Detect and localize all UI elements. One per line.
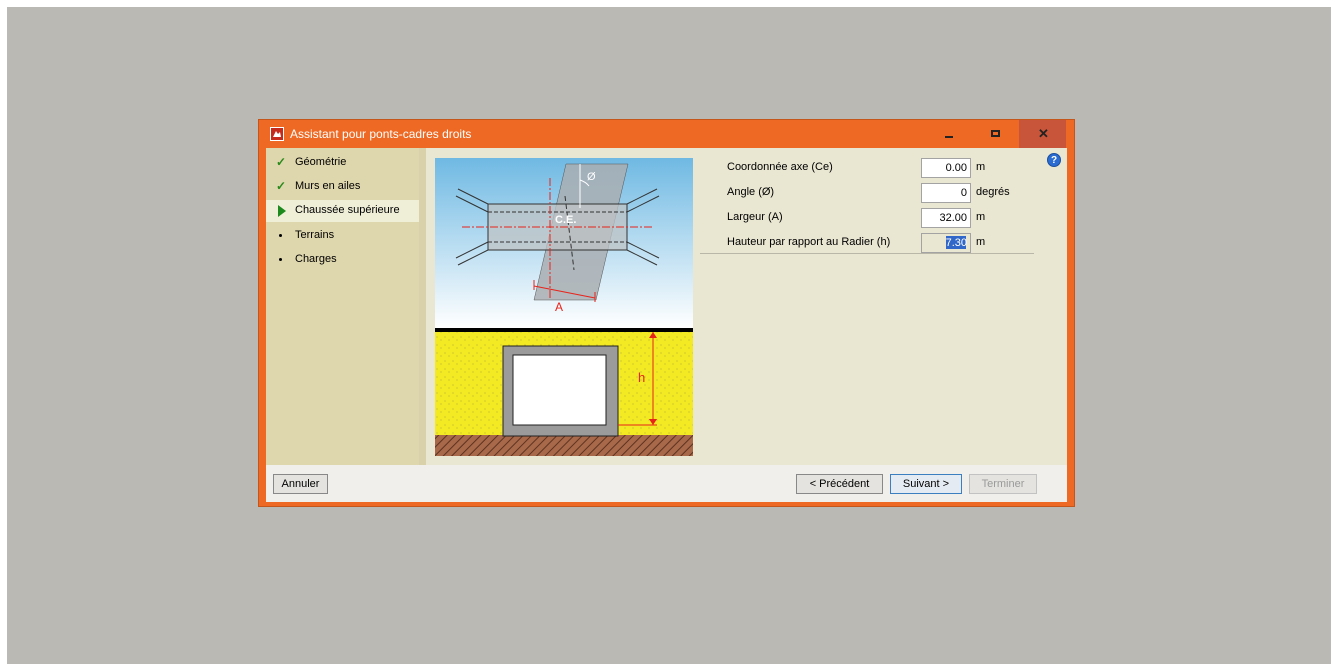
app-logo-icon bbox=[270, 127, 284, 141]
step-murs-en-ailes[interactable]: ✓ Murs en ailes bbox=[266, 176, 419, 198]
bullet-icon bbox=[279, 258, 282, 261]
step-label: Chaussée supérieure bbox=[295, 204, 400, 216]
minimize-icon bbox=[945, 136, 953, 138]
step-label: Terrains bbox=[295, 229, 335, 241]
maximize-icon bbox=[991, 130, 1000, 137]
largeur-unit: m bbox=[976, 211, 986, 223]
arrow-right-icon bbox=[278, 205, 286, 217]
sidebar-separator bbox=[419, 148, 426, 465]
close-icon: ✕ bbox=[1038, 126, 1049, 141]
bridge-diagram: Ø C.E. A h bbox=[435, 158, 693, 456]
wizard-client-area: ✓ Géométrie ✓ Murs en ailes Chaussée sup… bbox=[266, 148, 1067, 502]
section-view: h bbox=[435, 328, 693, 456]
h-dimension-label: h bbox=[638, 370, 645, 385]
step-label: Murs en ailes bbox=[295, 180, 361, 192]
hauteur-unit: m bbox=[976, 236, 986, 248]
finish-button[interactable]: Terminer bbox=[969, 474, 1037, 494]
angle-unit: degrés bbox=[976, 186, 1010, 198]
window-title: Assistant pour ponts-cadres droits bbox=[290, 127, 472, 141]
field-label-largeur: Largeur (A) bbox=[727, 211, 783, 223]
step-label: Géométrie bbox=[295, 156, 347, 168]
title-bar[interactable]: Assistant pour ponts-cadres droits ✕ bbox=[259, 120, 1074, 148]
phi-label: Ø bbox=[587, 171, 596, 183]
step-charges[interactable]: Charges bbox=[266, 249, 419, 271]
steps-sidebar: ✓ Géométrie ✓ Murs en ailes Chaussée sup… bbox=[266, 148, 419, 465]
ce-label: C.E. bbox=[555, 214, 576, 226]
step-geometrie[interactable]: ✓ Géométrie bbox=[266, 152, 419, 174]
help-icon[interactable]: ? bbox=[1047, 153, 1061, 167]
fields-divider bbox=[700, 253, 1034, 254]
minimize-button[interactable] bbox=[925, 120, 972, 148]
step-chaussee-superieure[interactable]: Chaussée supérieure bbox=[266, 200, 419, 222]
a-dimension-label: A bbox=[555, 300, 563, 314]
step-label: Charges bbox=[295, 253, 337, 265]
maximize-button[interactable] bbox=[972, 120, 1019, 148]
field-label-hauteur: Hauteur par rapport au Radier (h) bbox=[727, 236, 891, 248]
bullet-icon bbox=[279, 234, 282, 237]
coordonnee-axe-unit: m bbox=[976, 161, 986, 173]
wizard-window: Assistant pour ponts-cadres droits ✕ ✓ G… bbox=[258, 119, 1075, 507]
close-button[interactable]: ✕ bbox=[1019, 120, 1066, 148]
cancel-button[interactable]: Annuler bbox=[273, 474, 328, 494]
field-label-angle: Angle (Ø) bbox=[727, 186, 775, 198]
field-label-coordonnee-axe: Coordonnée axe (Ce) bbox=[727, 161, 833, 173]
wizard-footer: Annuler < Précédent Suivant > Terminer bbox=[266, 465, 1067, 502]
check-icon: ✓ bbox=[276, 155, 287, 169]
step-terrains[interactable]: Terrains bbox=[266, 225, 419, 247]
previous-button[interactable]: < Précédent bbox=[796, 474, 883, 494]
check-icon: ✓ bbox=[276, 179, 287, 193]
largeur-input[interactable] bbox=[921, 208, 971, 228]
plan-view: Ø C.E. A bbox=[435, 158, 693, 328]
hauteur-input[interactable] bbox=[921, 233, 971, 253]
coordonnee-axe-input[interactable] bbox=[921, 158, 971, 178]
next-button[interactable]: Suivant > bbox=[890, 474, 962, 494]
angle-input[interactable] bbox=[921, 183, 971, 203]
